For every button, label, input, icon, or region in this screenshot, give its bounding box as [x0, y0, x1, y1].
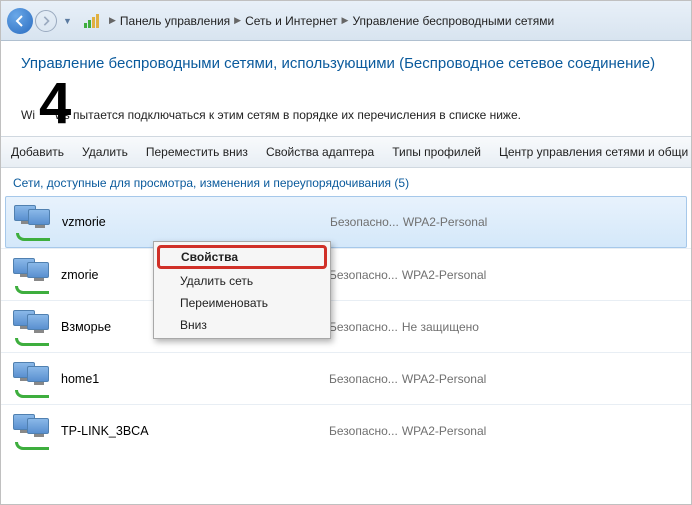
network-icon: [13, 360, 53, 398]
ctx-properties[interactable]: Свойства: [157, 245, 327, 269]
security-label: Безопасно...: [329, 372, 398, 386]
nav-back-button[interactable]: [7, 8, 33, 34]
toolbar-remove[interactable]: Удалить: [82, 145, 128, 159]
security-label: Безопасно...: [329, 424, 398, 438]
security-label: Безопасно...: [329, 320, 398, 334]
nav-history-dropdown-icon[interactable]: ▼: [63, 16, 75, 26]
crumb-wireless-mgmt[interactable]: Управление беспроводными сетями: [352, 14, 554, 28]
nav-forward-button[interactable]: [35, 10, 57, 32]
ctx-move-down[interactable]: Вниз: [156, 314, 328, 336]
chevron-right-icon: ▶: [109, 15, 116, 26]
ctx-rename[interactable]: Переименовать: [156, 292, 328, 314]
crumb-network-internet[interactable]: Сеть и Интернет: [245, 14, 337, 28]
network-row[interactable]: home1 Безопасно... WPA2-Personal: [1, 352, 691, 404]
network-name: TP-LINK_3BCA: [61, 424, 329, 438]
section-label: Сети, доступные для просмотра, изменения…: [1, 168, 691, 196]
toolbar-adapter-props[interactable]: Свойства адаптера: [266, 145, 374, 159]
network-name: vzmorie: [62, 215, 330, 229]
signal-bars-icon: [83, 13, 99, 29]
network-icon: [13, 308, 53, 346]
security-value: Не защищено: [402, 320, 479, 334]
toolbar-profile-types[interactable]: Типы профилей: [392, 145, 481, 159]
network-icon: [14, 203, 54, 241]
network-list: vzmorie Безопасно... WPA2-Personal zmori…: [1, 196, 691, 456]
toolbar-network-center[interactable]: Центр управления сетями и общи: [499, 145, 688, 159]
content-area: Управление беспроводными сетями, использ…: [1, 41, 691, 122]
security-value: WPA2-Personal: [403, 215, 487, 229]
subtitle-prefix: Wi: [21, 108, 35, 122]
chevron-right-icon: ▶: [234, 15, 241, 26]
network-name: home1: [61, 372, 329, 386]
network-row[interactable]: zmorie Безопасно... WPA2-Personal: [1, 248, 691, 300]
crumb-control-panel[interactable]: Панель управления: [120, 14, 230, 28]
security-label: Безопасно...: [330, 215, 399, 229]
security-value: WPA2-Personal: [402, 424, 486, 438]
security-value: WPA2-Personal: [402, 372, 486, 386]
page-title: Управление беспроводными сетями, использ…: [21, 55, 671, 72]
security-value: WPA2-Personal: [402, 268, 486, 282]
section-count: (5): [394, 176, 409, 190]
context-menu: Свойства Удалить сеть Переименовать Вниз: [153, 241, 331, 339]
annotation-number: 4: [39, 75, 71, 133]
network-row[interactable]: TP-LINK_3BCA Безопасно... WPA2-Personal: [1, 404, 691, 456]
network-row[interactable]: vzmorie Безопасно... WPA2-Personal: [5, 196, 687, 248]
nav-bar: ▼ ▶ Панель управления ▶ Сеть и Интернет …: [1, 1, 691, 41]
network-icon: [13, 256, 53, 294]
chevron-right-icon: ▶: [342, 15, 349, 26]
breadcrumb: ▶ Панель управления ▶ Сеть и Интернет ▶ …: [83, 13, 554, 29]
ctx-delete-network[interactable]: Удалить сеть: [156, 270, 328, 292]
toolbar-add[interactable]: Добавить: [11, 145, 64, 159]
toolbar: Добавить Удалить Переместить вниз Свойст…: [1, 136, 691, 168]
security-label: Безопасно...: [329, 268, 398, 282]
page-subtitle: Windows пытается подключаться к этим сет…: [21, 108, 671, 122]
subtitle-suffix: ws пытается подключаться к этим сетям в …: [55, 108, 521, 122]
section-label-text: Сети, доступные для просмотра, изменения…: [13, 176, 391, 190]
network-icon: [13, 412, 53, 450]
network-row[interactable]: Взморье Безопасно... Не защищено: [1, 300, 691, 352]
toolbar-move-down[interactable]: Переместить вниз: [146, 145, 248, 159]
